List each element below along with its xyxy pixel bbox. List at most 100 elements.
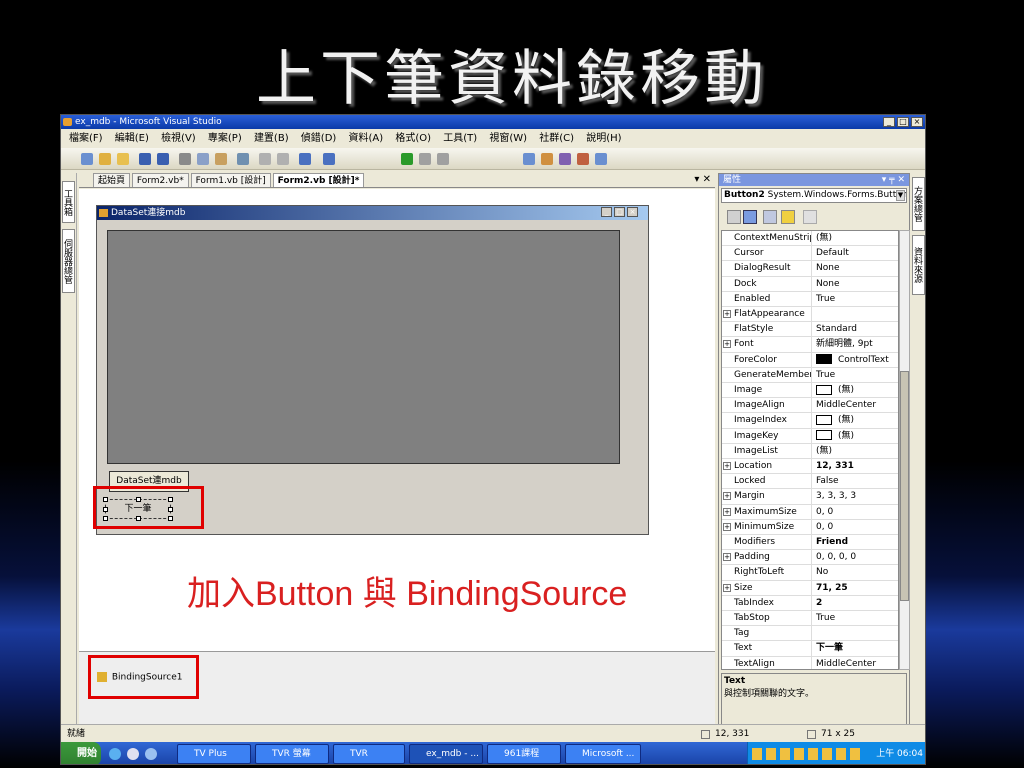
uncomment-icon[interactable] [277, 153, 289, 165]
property-row[interactable]: Image (無) [722, 383, 898, 399]
menu-file[interactable]: 檔案(F) [69, 133, 103, 144]
property-value[interactable]: 71, 25 [814, 581, 898, 595]
property-row[interactable]: + Padding 0, 0, 0, 0 [722, 550, 898, 566]
property-value[interactable]: Friend [814, 535, 898, 549]
start-button[interactable]: 開始 [61, 742, 101, 764]
menu-build[interactable]: 建置(B) [254, 133, 289, 144]
events-icon[interactable] [781, 210, 795, 224]
property-row[interactable]: ImageList (無) [722, 443, 898, 459]
property-row[interactable]: + FlatAppearance [722, 307, 898, 323]
property-value[interactable]: True [814, 611, 898, 625]
tab-form1-design[interactable]: Form1.vb [設計] [190, 173, 271, 187]
data-sources-tab[interactable]: 資料來源 [912, 235, 925, 295]
menu-tools[interactable]: 工具(T) [443, 133, 477, 144]
property-value[interactable]: False [814, 474, 898, 488]
menu-view[interactable]: 檢視(V) [161, 133, 196, 144]
property-value[interactable]: MiddleCenter [814, 398, 898, 412]
menu-help[interactable]: 說明(H) [586, 133, 621, 144]
redo-icon[interactable] [323, 153, 335, 165]
property-value[interactable]: True [814, 368, 898, 382]
menu-format[interactable]: 格式(O) [395, 133, 431, 144]
cut-icon[interactable] [179, 153, 191, 165]
properties-pin-icon[interactable]: ▾ ╤ ✕ [882, 174, 905, 186]
property-row[interactable]: RightToLeft No [722, 565, 898, 581]
property-value[interactable]: No [814, 565, 898, 579]
property-row[interactable]: ImageAlign MiddleCenter [722, 398, 898, 414]
object-browser-icon[interactable] [559, 153, 571, 165]
property-row[interactable]: ForeColor ControlText [722, 352, 898, 368]
save-icon[interactable] [139, 153, 151, 165]
categorized-icon[interactable] [727, 210, 741, 224]
menu-debug[interactable]: 偵錯(D) [301, 133, 337, 144]
property-row[interactable]: + Margin 3, 3, 3, 3 [722, 489, 898, 505]
property-value[interactable]: (無) [814, 231, 898, 245]
media-player-icon[interactable] [127, 748, 139, 760]
taskbar-tvr[interactable]: TVR [333, 744, 405, 764]
find-icon[interactable] [237, 153, 249, 165]
property-row[interactable]: ImageKey (無) [722, 428, 898, 444]
taskbar-microsoft[interactable]: Microsoft ... [565, 744, 641, 764]
property-value[interactable]: None [814, 277, 898, 291]
stop-icon[interactable] [437, 153, 449, 165]
property-value[interactable]: 12, 331 [814, 459, 898, 473]
close-button[interactable]: × [911, 117, 923, 127]
property-value[interactable]: 下一筆 [814, 641, 898, 655]
expand-icon[interactable]: + [723, 583, 731, 592]
new-project-icon[interactable] [81, 153, 93, 165]
property-value[interactable]: 0, 0, 0, 0 [814, 550, 898, 564]
menu-community[interactable]: 社群(C) [539, 133, 574, 144]
tab-start-page[interactable]: 起始頁 [93, 173, 131, 187]
property-value[interactable]: 0, 0 [814, 520, 898, 534]
ie-icon[interactable] [109, 748, 121, 760]
taskbar-tv-plus[interactable]: TV Plus [177, 744, 251, 764]
property-row[interactable]: + MaximumSize 0, 0 [722, 504, 898, 520]
properties-view-icon[interactable] [763, 210, 777, 224]
taskbar-tvr-screen[interactable]: TVR 螢幕 [255, 744, 329, 764]
property-value[interactable]: ControlText [814, 353, 898, 367]
menu-project[interactable]: 專案(P) [208, 133, 242, 144]
property-value[interactable]: 0, 0 [814, 505, 898, 519]
pause-icon[interactable] [419, 153, 431, 165]
server-explorer-tab[interactable]: 伺服器總管 [62, 229, 75, 293]
object-selector[interactable]: Button2 System.Windows.Forms.Button ▼ [721, 188, 907, 203]
minimize-button[interactable]: _ [883, 117, 895, 127]
open-folder-icon[interactable] [117, 153, 129, 165]
property-value[interactable]: Standard [814, 322, 898, 336]
property-row[interactable]: Cursor Default [722, 246, 898, 262]
property-row[interactable]: DialogResult None [722, 261, 898, 277]
add-item-icon[interactable] [99, 153, 111, 165]
property-row[interactable]: ContextMenuStrip (無) [722, 231, 898, 247]
solution-explorer-tab[interactable]: 方案總管 [912, 177, 925, 231]
property-row[interactable]: Dock None [722, 276, 898, 292]
taskbar-course-folder[interactable]: 961課程 [487, 744, 561, 764]
datagridview-control[interactable] [107, 230, 620, 464]
comment-icon[interactable] [259, 153, 271, 165]
menu-data[interactable]: 資料(A) [349, 133, 384, 144]
property-value[interactable]: True [814, 292, 898, 306]
property-row[interactable]: ImageIndex (無) [722, 413, 898, 429]
property-row[interactable]: + Size 71, 25 [722, 580, 898, 596]
tab-form2-design[interactable]: Form2.vb [設計]* [272, 173, 365, 187]
taskbar-ex-mdb[interactable]: ex_mdb - ... [409, 744, 483, 764]
property-value[interactable]: (無) [814, 444, 898, 458]
property-value[interactable]: 3, 3, 3, 3 [814, 489, 898, 503]
property-row[interactable]: Enabled True [722, 291, 898, 307]
property-value[interactable]: Default [814, 246, 898, 260]
expand-icon[interactable]: + [723, 462, 731, 470]
save-all-icon[interactable] [157, 153, 169, 165]
expand-icon[interactable]: + [723, 507, 731, 516]
property-row[interactable]: GenerateMember True [722, 367, 898, 383]
property-row[interactable]: FlatStyle Standard [722, 322, 898, 338]
undo-icon[interactable] [299, 153, 311, 165]
property-value[interactable]: (無) [814, 383, 898, 397]
alphabetical-icon[interactable] [743, 210, 757, 224]
paste-icon[interactable] [215, 153, 227, 165]
tab-form2-code[interactable]: Form2.vb* [131, 173, 189, 187]
properties-icon[interactable] [541, 153, 553, 165]
property-row[interactable]: TabIndex 2 [722, 595, 898, 611]
property-value[interactable]: 2 [814, 596, 898, 610]
property-row[interactable]: TextAlign MiddleCenter [722, 656, 898, 669]
property-row[interactable]: Locked False [722, 474, 898, 490]
property-row[interactable]: + MinimumSize 0, 0 [722, 519, 898, 535]
property-row[interactable]: Text 下一筆 [722, 641, 898, 657]
